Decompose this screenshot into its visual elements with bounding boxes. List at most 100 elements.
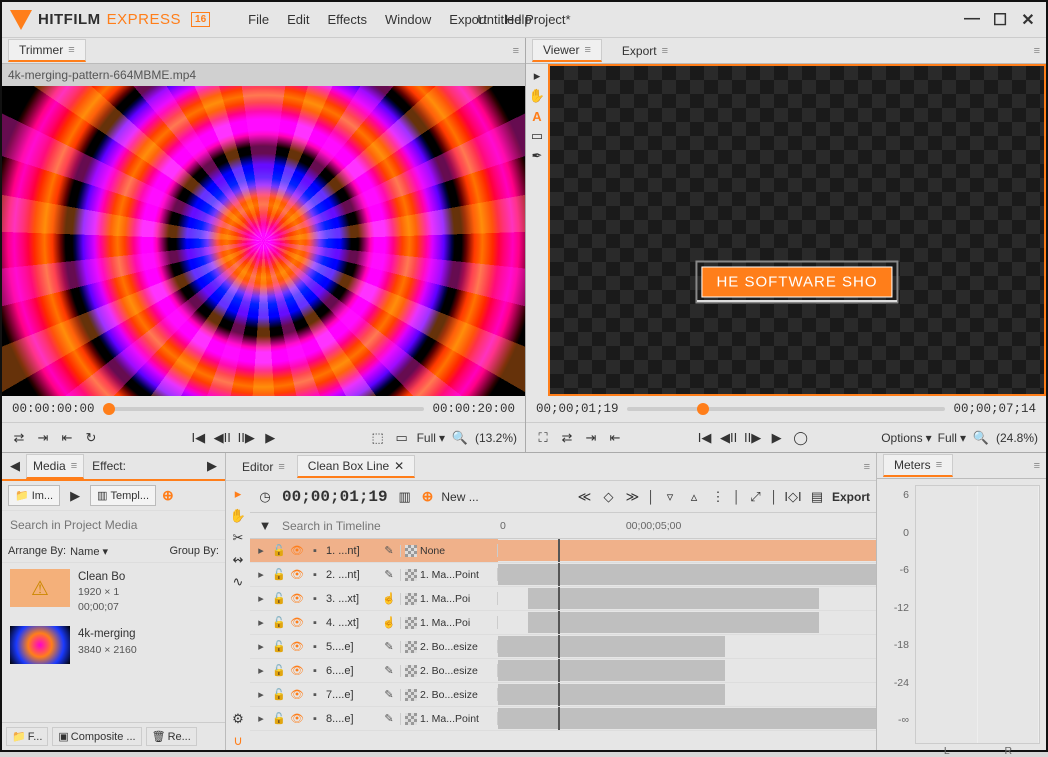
track-lane[interactable] — [498, 611, 876, 634]
panel-menu-icon[interactable]: ≡ — [1034, 45, 1040, 57]
viewer-text-overlay[interactable]: HE SOFTWARE SHO — [701, 267, 892, 298]
go-start-icon[interactable]: I◀ — [696, 429, 714, 447]
expand-icon[interactable]: ▸ — [254, 688, 268, 701]
track-row[interactable]: ▸ 🔓 👁 ▪ 6....e] ✎ 2. Bo...esize — [250, 659, 876, 683]
pencil-icon[interactable]: ✎ — [382, 640, 396, 653]
marker-icon[interactable]: ▿ — [661, 488, 679, 506]
track-row[interactable]: ▸ 🔓 👁 ▪ 8....e] ✎ 1. Ma...Point — [250, 707, 876, 731]
eye-icon[interactable]: 👁 — [290, 640, 304, 653]
out-icon[interactable]: ⇤ — [58, 429, 76, 447]
lock-icon[interactable]: 🔓 — [272, 568, 286, 581]
rate-tool-icon[interactable]: ∿ — [229, 573, 247, 591]
select-tool-icon[interactable]: ▸ — [529, 68, 545, 84]
mark-icon[interactable]: ↻ — [82, 429, 100, 447]
solo-icon[interactable]: ▪ — [308, 545, 322, 557]
layer-icon[interactable]: ▥ — [396, 488, 414, 506]
track-row[interactable]: ▸ 🔓 👁 ▪ 7....e] ✎ 2. Bo...esize — [250, 683, 876, 707]
select-tool-icon[interactable]: ▸ — [229, 485, 247, 503]
track-opts-icon[interactable]: ⋮ — [709, 488, 727, 506]
solo-icon[interactable]: ▪ — [308, 569, 322, 581]
track-lane[interactable] — [498, 707, 876, 730]
arrange-dropdown[interactable]: Name ▾ — [70, 545, 108, 558]
solo-icon[interactable]: ▪ — [308, 617, 322, 629]
lock-icon[interactable]: 🔓 — [272, 688, 286, 701]
track-row[interactable]: ▸ 🔓 👁 ▪ 5....e] ✎ 2. Bo...esize — [250, 635, 876, 659]
track-row[interactable]: ▸ 🔓 👁 ▪ 4. ...xt] ☝ 1. Ma...Poi — [250, 611, 876, 635]
eye-icon[interactable]: 👁 — [290, 616, 304, 629]
timeline-ruler[interactable]: 000;00;05;00 — [480, 520, 870, 532]
track-row[interactable]: ▸ 🔓 👁 ▪ 2. ...nt] ✎ 1. Ma...Point — [250, 563, 876, 587]
zoom-icon[interactable]: 🔍 — [972, 429, 990, 447]
clock-icon[interactable]: ◷ — [256, 488, 274, 506]
media-tab[interactable]: Media≡ — [26, 454, 84, 479]
trimmer-preview[interactable] — [2, 86, 525, 396]
hand-icon[interactable]: ☝ — [382, 616, 396, 629]
minimize-button[interactable]: — — [962, 10, 982, 30]
pencil-icon[interactable]: ✎ — [382, 568, 396, 581]
eye-icon[interactable]: 👁 — [290, 544, 304, 557]
menu-effects[interactable]: Effects — [320, 8, 376, 31]
menu-edit[interactable]: Edit — [279, 8, 317, 31]
hand-icon[interactable]: ☝ — [382, 592, 396, 605]
text-tool-icon[interactable]: A — [529, 108, 545, 124]
filter-icon[interactable]: ▼ — [256, 517, 274, 535]
rect-tool-icon[interactable]: ▭ — [529, 128, 545, 144]
track-lane[interactable] — [498, 659, 876, 682]
pencil-icon[interactable]: ✎ — [382, 712, 396, 725]
track-lane[interactable] — [498, 539, 876, 562]
track-lane[interactable] — [498, 683, 876, 706]
panel-menu-icon[interactable]: ≡ — [864, 461, 870, 473]
resolution-dropdown[interactable]: Full ▾ — [417, 431, 445, 445]
viewer-zoom[interactable]: (24.8%) — [996, 431, 1038, 445]
track-lane[interactable] — [498, 563, 876, 586]
loop-icon[interactable]: ⇄ — [10, 429, 28, 447]
import-button[interactable]: 📁 Im... — [8, 485, 60, 506]
editor-tab[interactable]: Editor≡ — [232, 457, 295, 477]
trimmer-tab[interactable]: Trimmer≡ — [8, 39, 86, 62]
expand-icon[interactable]: ▸ — [254, 544, 268, 557]
insert-icon[interactable]: ⬚ — [369, 429, 387, 447]
solo-icon[interactable]: ▪ — [308, 689, 322, 701]
media-search-input[interactable] — [10, 518, 217, 532]
panel-prev-icon[interactable]: ◀ — [6, 457, 24, 475]
play-icon[interactable]: ▶ — [768, 429, 786, 447]
step-fwd-icon[interactable]: II▶ — [744, 429, 762, 447]
in-icon[interactable]: ⇥ — [34, 429, 52, 447]
panel-menu-icon[interactable]: ≡ — [1034, 460, 1040, 472]
pencil-icon[interactable]: ✎ — [382, 664, 396, 677]
track-row[interactable]: ▸ 🔓 👁 ▪ 1. ...nt] ✎ None — [250, 539, 876, 563]
close-button[interactable]: ✕ — [1018, 10, 1038, 30]
solo-icon[interactable]: ▪ — [308, 641, 322, 653]
expand-icon[interactable]: ▸ — [254, 712, 268, 725]
composite-button[interactable]: ▣ Composite ... — [52, 727, 141, 746]
lock-icon[interactable]: 🔓 — [272, 664, 286, 677]
track-lane[interactable] — [498, 587, 876, 610]
composite-tab[interactable]: Clean Box Line ✕ — [297, 455, 415, 478]
media-item[interactable]: 4k-merging 3840 × 2160 — [2, 620, 225, 670]
expand-icon[interactable]: ▸ — [254, 640, 268, 653]
zoom-icon[interactable]: 🔍 — [451, 429, 469, 447]
prev-kf-icon[interactable]: ≪ — [575, 488, 593, 506]
prev-frame-icon[interactable]: I◀ — [189, 429, 207, 447]
meters-tab[interactable]: Meters≡ — [883, 454, 953, 477]
menu-file[interactable]: File — [240, 8, 277, 31]
trimmer-scrubber[interactable] — [103, 407, 425, 411]
next-kf-icon[interactable]: ≫ — [623, 488, 641, 506]
eye-icon[interactable]: 👁 — [290, 688, 304, 701]
pen-tool-icon[interactable]: ✒ — [529, 148, 545, 164]
expand-icon[interactable]: ▸ — [254, 616, 268, 629]
snap-icon[interactable]: ∪ — [229, 732, 247, 750]
play-icon[interactable]: ▶ — [261, 429, 279, 447]
record-icon[interactable]: ◯ — [792, 429, 810, 447]
step-back-icon[interactable]: ◀II — [213, 429, 231, 447]
viewer-canvas[interactable]: HE SOFTWARE SHO — [548, 64, 1046, 396]
lock-icon[interactable]: 🔓 — [272, 640, 286, 653]
eye-icon[interactable]: 👁 — [290, 592, 304, 605]
media-item[interactable]: Clean Bo 1920 × 1 00;00;07 — [2, 563, 225, 620]
new-button[interactable]: New ... — [441, 490, 478, 504]
add-icon[interactable]: ⊕ — [422, 488, 434, 505]
eye-icon[interactable]: 👁 — [290, 712, 304, 725]
graph-icon[interactable]: ⤢ — [746, 488, 764, 506]
add-icon[interactable]: ⊕ — [162, 487, 174, 504]
settings-icon[interactable]: ⚙ — [229, 710, 247, 728]
